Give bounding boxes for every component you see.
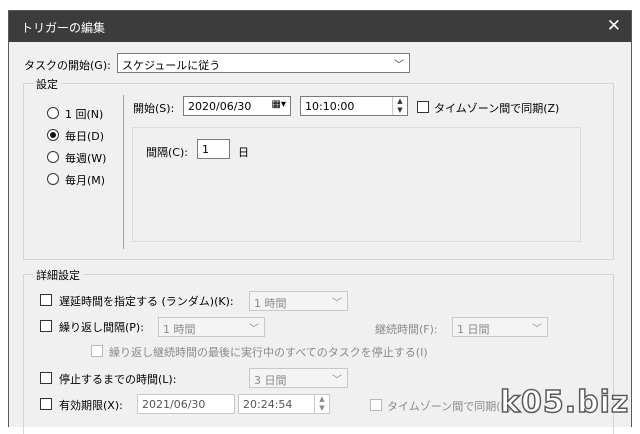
- expire-time-spinner[interactable]: 20:24:54 ▲ ▼: [238, 394, 330, 414]
- sync-timezone-checkbox[interactable]: [417, 101, 429, 113]
- radio-once-label: 1 回(N): [65, 108, 104, 121]
- watermark-logo: k05.biz: [499, 384, 630, 421]
- expire-date-picker[interactable]: 2021/06/30: [137, 394, 235, 414]
- stop-after-checkbox[interactable]: [40, 372, 52, 384]
- edit-trigger-dialog: トリガーの編集 ✕ タスクの開始(G): スケジュールに従う ﹀ 設定 1 回(…: [8, 10, 632, 434]
- spin-arrows-icon[interactable]: ▲ ▼: [314, 395, 329, 413]
- interval-value: 1: [202, 143, 209, 156]
- stop-after-label: 停止するまでの時間(L):: [59, 373, 177, 386]
- radio-weekly-label: 毎週(W): [65, 152, 107, 165]
- expire-date-value: 2021/06/30: [142, 398, 206, 411]
- duration-value: 1 日間: [457, 323, 490, 336]
- title-bar: トリガーの編集 ✕: [9, 11, 631, 42]
- radio-daily-label: 毎日(D): [65, 130, 105, 143]
- repeat-checkbox[interactable]: [40, 320, 52, 332]
- stop-all-checkbox[interactable]: [91, 345, 103, 357]
- start-date-value: 2020/06/30: [188, 100, 252, 113]
- task-start-value: スケジュールに従う: [122, 59, 221, 72]
- delay-label: 遅延時間を指定する (ランダム)(K):: [59, 295, 234, 308]
- window-title: トリガーの編集: [21, 21, 106, 35]
- repeat-dropdown[interactable]: 1 時間 ﹀: [158, 317, 265, 337]
- start-label: 開始(S):: [133, 102, 175, 115]
- task-start-dropdown[interactable]: スケジュールに従う ﹀: [117, 53, 410, 73]
- task-start-label: タスクの開始(G):: [24, 59, 111, 72]
- chevron-down-icon: ﹀: [249, 324, 259, 335]
- interval-label: 間隔(C):: [146, 146, 188, 159]
- radio-monthly[interactable]: [47, 173, 59, 185]
- chevron-down-icon: ﹀: [394, 60, 404, 71]
- chevron-down-icon: ﹀: [332, 375, 342, 386]
- delay-value: 1 時間: [254, 297, 287, 310]
- repeat-label: 繰り返し間隔(P):: [59, 321, 144, 334]
- stop-all-label: 繰り返し継続時間の最後に実行中のすべてのタスクを停止する(I): [109, 346, 428, 359]
- vertical-divider: [123, 95, 124, 249]
- expire-sync-label: タイムゾーン間で同期(E): [387, 400, 512, 413]
- expire-label: 有効期限(X):: [59, 399, 123, 412]
- start-time-value: 10:10:00: [305, 100, 355, 113]
- radio-monthly-label: 毎月(M): [65, 174, 106, 187]
- interval-input[interactable]: 1: [197, 139, 230, 159]
- delay-checkbox[interactable]: [40, 294, 52, 306]
- expire-sync-checkbox[interactable]: [370, 399, 382, 411]
- chevron-down-icon: ﹀: [332, 298, 342, 309]
- start-time-spinner[interactable]: 10:10:00 ▲ ▼: [300, 96, 408, 116]
- expire-time-value: 20:24:54: [243, 398, 293, 411]
- advanced-group-label: 詳細設定: [33, 267, 83, 283]
- calendar-icon[interactable]: ▦▾: [272, 99, 286, 110]
- interval-unit: 日: [238, 146, 249, 159]
- stop-after-value: 3 日間: [254, 374, 287, 387]
- radio-weekly[interactable]: [47, 151, 59, 163]
- duration-label: 継続時間(F):: [375, 323, 438, 336]
- chevron-down-icon: ﹀: [532, 324, 542, 335]
- radio-once[interactable]: [47, 107, 59, 119]
- delay-dropdown[interactable]: 1 時間 ﹀: [249, 291, 348, 311]
- close-icon[interactable]: ✕: [607, 16, 621, 36]
- duration-dropdown[interactable]: 1 日間 ﹀: [452, 317, 548, 337]
- radio-daily[interactable]: [47, 129, 59, 141]
- sync-timezone-label: タイムゾーン間で同期(Z): [434, 102, 560, 115]
- spin-arrows-icon[interactable]: ▲ ▼: [392, 97, 407, 115]
- start-date-picker[interactable]: 2020/06/30 ▦▾: [183, 96, 291, 116]
- expire-checkbox[interactable]: [40, 398, 52, 410]
- repeat-value: 1 時間: [163, 323, 196, 336]
- settings-group-label: 設定: [33, 76, 61, 92]
- stop-after-dropdown[interactable]: 3 日間 ﹀: [249, 368, 348, 388]
